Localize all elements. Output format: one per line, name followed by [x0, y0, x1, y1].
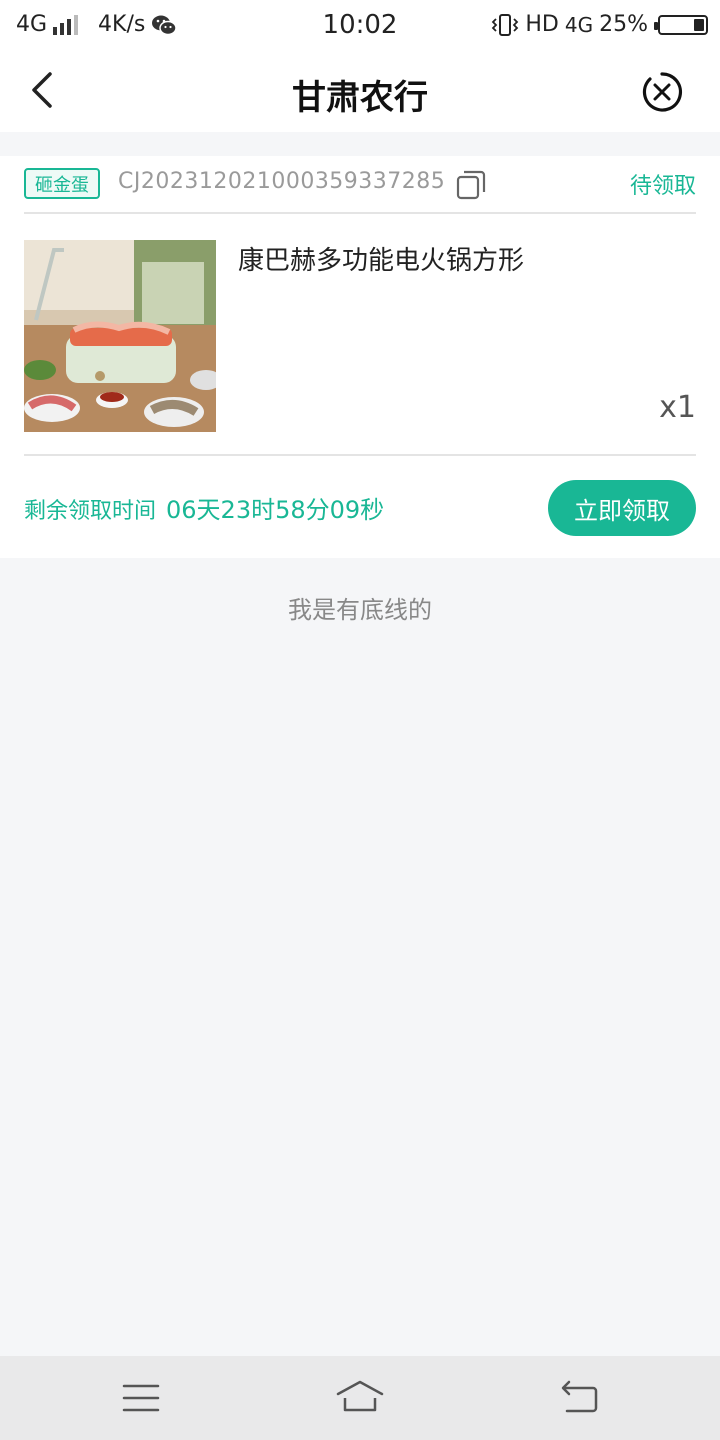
order-number: CJ20231202100035933728​5	[118, 169, 446, 194]
page-title: 甘肃农行	[292, 78, 428, 118]
activity-tag: 砸金蛋	[24, 168, 100, 199]
product-quantity: x1	[659, 390, 696, 425]
order-card: 砸金蛋 CJ20231202100035933728​5 待领取	[0, 156, 720, 558]
menu-icon[interactable]	[116, 1378, 166, 1418]
home-icon[interactable]	[335, 1378, 385, 1418]
vibrate-icon	[492, 13, 519, 36]
order-status: 待领取	[629, 174, 696, 199]
claim-now-button[interactable]: 立即领取	[548, 480, 696, 536]
product-name: 康巴赫多功能电火锅方形	[238, 246, 525, 276]
status-bar: 4G 4K/s 10:02 HD 4G 25%	[0, 0, 720, 50]
timer-label: 剩余领取时间	[24, 499, 157, 524]
close-mini-program-icon[interactable]	[640, 70, 684, 114]
network-type-right: 4G	[564, 12, 594, 37]
hd-indicator: HD	[525, 12, 559, 37]
copy-icon[interactable]	[456, 170, 486, 200]
system-nav-bar	[0, 1356, 720, 1440]
battery-icon	[654, 14, 708, 35]
timer-value: 06天23时58分09秒	[166, 496, 385, 524]
claim-timer: 剩余领取时间 06天23时58分09秒	[24, 490, 384, 525]
back-nav-icon[interactable]	[555, 1378, 605, 1418]
status-right: HD 4G 25%	[491, 12, 708, 37]
product-image	[24, 240, 216, 432]
end-of-list-note: 我是有底线的	[288, 596, 432, 624]
divider	[24, 454, 696, 456]
battery-percent: 25%	[599, 12, 648, 37]
order-header: 砸金蛋 CJ20231202100035933728​5 待领取	[24, 156, 696, 214]
nav-bar: 甘肃农行	[0, 50, 720, 132]
